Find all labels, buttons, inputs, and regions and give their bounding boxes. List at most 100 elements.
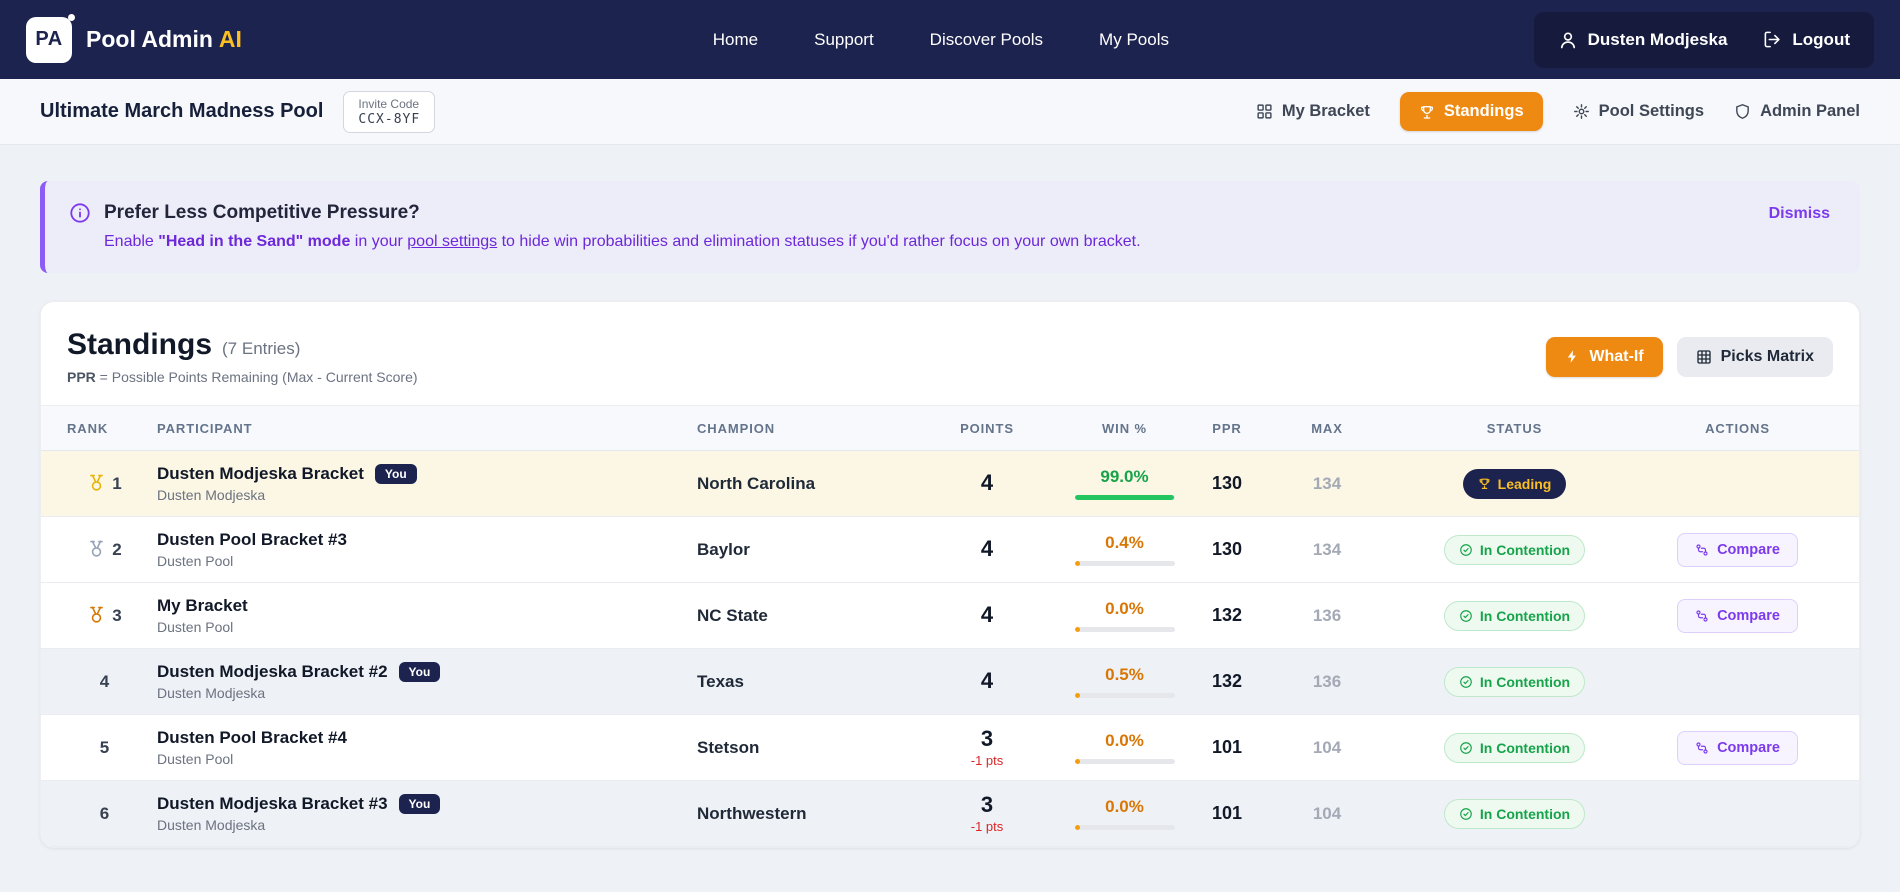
participant-owner: Dusten Modjeska <box>157 817 667 833</box>
logo-text: PA <box>35 28 62 51</box>
col-win-pct: WIN % <box>1062 421 1187 436</box>
logo-dot <box>68 14 75 21</box>
gold-medal-icon <box>87 474 106 493</box>
compare-button[interactable]: Compare <box>1677 533 1798 567</box>
check-circle-icon <box>1459 675 1473 689</box>
max-cell: 134 <box>1267 540 1387 560</box>
participant-cell: Dusten Modjeska Bracket You Dusten Modje… <box>142 464 667 503</box>
col-max: MAX <box>1267 421 1387 436</box>
in-contention-badge: In Contention <box>1444 667 1585 697</box>
rank-value: 5 <box>100 738 109 758</box>
compare-icon <box>1695 741 1709 755</box>
participant-cell: Dusten Pool Bracket #4 Dusten Pool <box>142 728 667 767</box>
participant-cell: My Bracket Dusten Pool <box>142 596 667 635</box>
brand-name: Pool AdminAI <box>86 26 242 53</box>
gear-icon <box>1573 103 1590 120</box>
nav-link-support[interactable]: Support <box>814 30 874 50</box>
max-cell: 134 <box>1267 474 1387 494</box>
table-row: 5 Dusten Pool Bracket #4 Dusten Pool Ste… <box>41 715 1859 781</box>
actions-cell: Compare <box>1642 731 1833 765</box>
ppr-cell: 130 <box>1187 539 1267 560</box>
tab-admin-panel[interactable]: Admin Panel <box>1734 102 1860 121</box>
user-menu[interactable]: Dusten Modjeska <box>1558 30 1728 50</box>
points-cell: 3 -1 pts <box>912 793 1062 833</box>
brand-accent: AI <box>219 26 242 52</box>
participant-owner: Dusten Modjeska <box>157 685 667 701</box>
points-cell: 3 -1 pts <box>912 727 1062 767</box>
banner-header: Prefer Less Competitive Pressure? <box>69 202 1832 224</box>
invite-code-value: CCX-8YF <box>358 112 420 127</box>
win-pct-value: 0.4% <box>1105 533 1144 553</box>
nav-links: Home Support Discover Pools My Pools <box>713 0 1169 79</box>
pool-settings-link[interactable]: pool settings <box>407 233 497 250</box>
banner-bold-text: "Head in the Sand" mode <box>158 233 350 250</box>
check-circle-icon <box>1459 543 1473 557</box>
participant-name: Dusten Modjeska Bracket <box>157 464 364 484</box>
tab-my-bracket[interactable]: My Bracket <box>1256 102 1370 121</box>
points-cell: 4 <box>912 537 1062 561</box>
rank-value: 4 <box>100 672 109 692</box>
status-cell: Leading <box>1387 469 1642 499</box>
rank-cell: 4 <box>67 672 142 692</box>
nav-link-discover-pools[interactable]: Discover Pools <box>930 30 1043 50</box>
champion-cell: Northwestern <box>667 804 912 824</box>
participant-name: Dusten Pool Bracket #3 <box>157 530 347 550</box>
status-cell: In Contention <box>1387 733 1642 763</box>
logout-button[interactable]: Logout <box>1763 30 1850 50</box>
trophy-icon <box>1478 477 1491 490</box>
invite-code-label: Invite Code <box>358 97 420 111</box>
win-pct-bar <box>1075 759 1175 764</box>
max-cell: 104 <box>1267 738 1387 758</box>
champion-cell: Stetson <box>667 738 912 758</box>
col-status: STATUS <box>1387 421 1642 436</box>
pool-header-bar: Ultimate March Madness Pool Invite Code … <box>0 79 1900 145</box>
check-circle-icon <box>1459 609 1473 623</box>
tab-standings[interactable]: Standings <box>1400 92 1543 131</box>
compare-button[interactable]: Compare <box>1677 731 1798 765</box>
what-if-button[interactable]: What-If <box>1546 337 1662 377</box>
col-participant: PARTICIPANT <box>142 421 667 436</box>
win-pct-value: 0.0% <box>1105 599 1144 619</box>
champion-cell: Baylor <box>667 540 912 560</box>
logout-icon <box>1763 30 1782 49</box>
tab-pool-settings[interactable]: Pool Settings <box>1573 102 1704 121</box>
user-icon <box>1558 30 1578 50</box>
participant-name: Dusten Pool Bracket #4 <box>157 728 347 748</box>
participant-name: Dusten Modjeska Bracket #3 <box>157 794 388 814</box>
info-icon <box>69 202 91 224</box>
rank-value: 2 <box>112 540 121 560</box>
matrix-grid-icon <box>1696 349 1712 365</box>
nav-link-my-pools[interactable]: My Pools <box>1099 30 1169 50</box>
participant-cell: Dusten Modjeska Bracket #2 You Dusten Mo… <box>142 662 667 701</box>
entries-count: (7 Entries) <box>222 339 300 359</box>
lightning-icon <box>1565 349 1580 364</box>
participant-owner: Dusten Modjeska <box>157 487 667 503</box>
dismiss-button[interactable]: Dismiss <box>1769 205 1830 223</box>
win-pct-cell: 0.5% <box>1062 665 1187 698</box>
rank-value: 6 <box>100 804 109 824</box>
participant-owner: Dusten Pool <box>157 619 667 635</box>
in-contention-badge: In Contention <box>1444 535 1585 565</box>
compare-button[interactable]: Compare <box>1677 599 1798 633</box>
you-badge: You <box>375 464 417 484</box>
max-cell: 104 <box>1267 804 1387 824</box>
participant-name: My Bracket <box>157 596 248 616</box>
win-pct-cell: 0.0% <box>1062 599 1187 632</box>
trophy-icon <box>1419 104 1435 120</box>
ppr-legend: PPR = Possible Points Remaining (Max - C… <box>67 369 418 385</box>
ppr-cell: 132 <box>1187 605 1267 626</box>
nav-link-home[interactable]: Home <box>713 30 758 50</box>
col-rank: RANK <box>67 421 142 436</box>
leading-badge: Leading <box>1463 469 1567 499</box>
bronze-medal-icon <box>87 606 106 625</box>
participant-owner: Dusten Pool <box>157 553 667 569</box>
points-delta: -1 pts <box>912 753 1062 768</box>
participant-name: Dusten Modjeska Bracket #2 <box>157 662 388 682</box>
user-box: Dusten Modjeska Logout <box>1534 12 1874 68</box>
picks-matrix-button[interactable]: Picks Matrix <box>1677 337 1833 377</box>
silver-medal-icon <box>87 540 106 559</box>
status-cell: In Contention <box>1387 601 1642 631</box>
rank-value: 3 <box>112 606 121 626</box>
rank-cell: 3 <box>67 606 142 626</box>
max-cell: 136 <box>1267 606 1387 626</box>
